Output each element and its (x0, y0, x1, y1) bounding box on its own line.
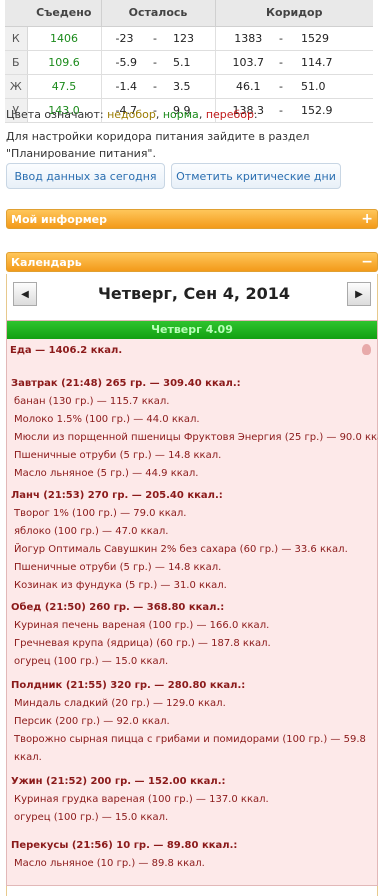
corridor-hint: Для настройки коридора питания зайдите в… (6, 130, 310, 160)
next-day-button[interactable]: ▶ (347, 282, 371, 306)
summary-row-calories: К 1406 -23 - 123 1383 - 1529 (5, 26, 373, 51)
dash: - (145, 50, 165, 75)
meal-lunch: Ланч (21:53) 270 гр. — 205.40 ккал.: Тво… (11, 487, 377, 595)
legend-prefix: Цвета означают: (6, 108, 104, 121)
dash: - (271, 98, 291, 123)
meal-item: огурец (100 гр.) — 15.0 ккал. (14, 812, 169, 823)
color-legend: Цвета означают: недобор, норма, перебор. (6, 108, 258, 121)
dash: - (271, 74, 291, 99)
enter-today-button[interactable]: Ввод данных за сегодня (6, 163, 165, 189)
summary-row-fat: Ж 47.5 -1.4 - 3.5 46.1 - 51.0 (5, 74, 373, 99)
summary-corner-cell (5, 0, 27, 27)
nutrition-summary-table: Съедено Осталось Коридор К 1406 -23 - 12… (5, 0, 373, 123)
left-from: -1.4 (101, 74, 145, 99)
expand-icon[interactable]: + (361, 211, 373, 227)
meal-item: огурец (100 гр.) — 15.0 ккал. (14, 656, 169, 667)
meal-item: Молоко 1.5% (100 гр.) — 44.0 ккал. (14, 414, 200, 425)
prev-day-button[interactable]: ◀ (13, 282, 37, 306)
legend-dot: . (254, 108, 258, 121)
arrow-left-icon: ◀ (21, 288, 29, 300)
meal-snacks: Перекусы (21:56) 10 гр. — 89.80 ккал.: М… (11, 837, 377, 873)
meal-title: Завтрак (21:48) 265 гр. — 309.40 ккал.: (11, 378, 241, 389)
left-to: 3.5 (165, 74, 216, 99)
summary-header-row: Съедено Осталось Коридор (5, 0, 373, 27)
left-to: 123 (165, 26, 216, 51)
meal-item: Персик (200 гр.) — 92.0 ккал. (14, 716, 170, 727)
corridor-from: 1383 (215, 26, 271, 51)
dash: - (145, 26, 165, 51)
left-from: -5.9 (101, 50, 145, 75)
header-eaten: Съедено (27, 0, 102, 27)
food-total: Еда — 1406.2 ккал. (10, 345, 123, 356)
legend-comma: , (198, 108, 203, 121)
legend-under: недобор (107, 108, 156, 121)
meal-item: Мюсли из порщенной пшеницы Фруктовя Энер… (14, 432, 378, 443)
legend-norm: норма (162, 108, 199, 121)
left-to: 5.1 (165, 50, 216, 75)
calendar-date-title: Четверг, Сен 4, 2014 (97, 284, 291, 303)
meal-item: Творожно сырная пицца с грибами и помидо… (14, 734, 366, 763)
meal-item: Пшеничные отруби (5 гр.) — 14.8 ккал. (14, 450, 222, 461)
dash: - (271, 26, 291, 51)
corridor-to: 51.0 (291, 74, 373, 99)
meal-item: Йогур Оптималь Савушкин 2% без сахара (6… (14, 544, 348, 555)
meal-title: Ужин (21:52) 200 гр. — 152.00 ккал.: (11, 776, 226, 787)
meal-item: Масло льняное (5 гр.) — 44.9 ккал. (14, 468, 199, 479)
eaten-value: 47.5 (27, 74, 102, 99)
header-left: Осталось (101, 0, 216, 27)
meal-title: Полдник (21:55) 320 гр. — 280.80 ккал.: (11, 680, 246, 691)
dash: - (145, 74, 165, 99)
calendar-title: Календарь (11, 255, 82, 269)
meal-title: Ланч (21:53) 270 гр. — 205.40 ккал.: (11, 490, 223, 501)
corridor-to: 1529 (291, 26, 373, 51)
mark-critical-days-button[interactable]: Отметить критические дни (171, 163, 341, 189)
summary-row-protein: Б 109.6 -5.9 - 5.1 103.7 - 114.7 (5, 50, 373, 75)
meal-item: Творог 1% (100 гр.) — 79.0 ккал. (14, 508, 187, 519)
note-icon[interactable] (362, 344, 371, 355)
informer-panel-header[interactable]: Мой информер + (6, 209, 378, 229)
legend-comma: , (155, 108, 160, 121)
meal-item: Козинак из фундука (5 гр.) — 31.0 ккал. (14, 580, 227, 591)
day-panel: Четверг 4.09 Еда — 1406.2 ккал. Завтрак … (6, 320, 378, 886)
day-header: Четверг 4.09 (7, 321, 377, 339)
collapse-icon[interactable]: − (361, 254, 373, 270)
meal-item: банан (130 гр.) — 115.7 ккал. (14, 396, 170, 407)
meal-item: яблоко (100 гр.) — 47.0 ккал. (14, 526, 169, 537)
meal-uzhin: Ужин (21:52) 200 гр. — 152.00 ккал.: Кур… (11, 773, 377, 827)
corridor-to: 114.7 (291, 50, 373, 75)
row-label: К (5, 26, 28, 51)
left-from: -23 (101, 26, 145, 51)
meal-poldnik: Полдник (21:55) 320 гр. — 280.80 ккал.: … (11, 677, 377, 767)
meal-item: Куриная грудка вареная (100 гр.) — 137.0… (14, 794, 269, 805)
arrow-right-icon: ▶ (355, 288, 363, 300)
informer-title: Мой информер (11, 212, 108, 226)
dash: - (271, 50, 291, 75)
meal-obed: Обед (21:50) 260 гр. — 368.80 ккал.: Кур… (11, 599, 377, 671)
legend-over: перебор (205, 108, 255, 121)
meal-item: Куриная печень вареная (100 гр.) — 166.0… (14, 620, 270, 631)
corridor-from: 103.7 (215, 50, 271, 75)
meal-title: Перекусы (21:56) 10 гр. — 89.80 ккал.: (11, 840, 238, 851)
meal-title: Обед (21:50) 260 гр. — 368.80 ккал.: (11, 602, 225, 613)
row-label: Б (5, 50, 28, 75)
meal-item: Миндаль сладкий (20 гр.) — 129.0 ккал. (14, 698, 226, 709)
calendar-panel-header[interactable]: Календарь − (6, 252, 378, 272)
meal-item: Гречневая крупа (ядрица) (60 гр.) — 187.… (14, 638, 271, 649)
corridor-to: 152.9 (291, 98, 373, 123)
header-corridor: Коридор (215, 0, 373, 27)
row-label: Ж (5, 74, 28, 99)
meal-item: Масло льняное (10 гр.) — 89.8 ккал. (14, 858, 205, 869)
corridor-from: 46.1 (215, 74, 271, 99)
eaten-value: 1406 (27, 26, 102, 51)
meal-item: Пшеничные отруби (5 гр.) — 14.8 ккал. (14, 562, 222, 573)
eaten-value: 109.6 (27, 50, 102, 75)
meal-breakfast: Завтрак (21:48) 265 гр. — 309.40 ккал.: … (11, 375, 378, 483)
